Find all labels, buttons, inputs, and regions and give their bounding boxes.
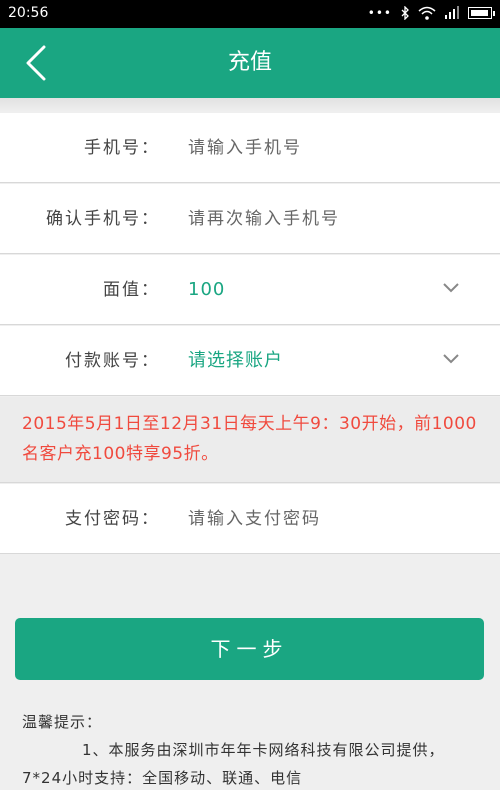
cell-signal-icon: [445, 6, 459, 19]
password-input[interactable]: [188, 484, 428, 554]
amount-row[interactable]: 面值： 100: [0, 255, 500, 325]
phone-input[interactable]: [188, 113, 428, 183]
chevron-down-icon[interactable]: [442, 353, 460, 365]
phone-label: 手机号：: [84, 138, 160, 158]
chevron-down-icon[interactable]: [442, 282, 460, 294]
signal-dots-icon: •••: [367, 6, 392, 20]
status-bar: 20:56 •••: [0, 0, 500, 28]
battery-icon: [468, 7, 495, 19]
header-shadow: [0, 98, 500, 112]
account-row[interactable]: 付款账号： 请选择账户: [0, 326, 500, 396]
confirm-phone-row: 确认手机号：: [0, 184, 500, 254]
wifi-icon: [418, 6, 436, 20]
confirm-phone-input[interactable]: [188, 184, 428, 254]
next-step-button[interactable]: 下一步: [15, 618, 484, 680]
phone-row: 手机号：: [0, 113, 500, 183]
confirm-phone-label: 确认手机号：: [46, 209, 160, 229]
password-row: 支付密码：: [0, 484, 500, 554]
promo-notice: 2015年5月1日至12月31日每天上午9：30开始，前1000名客户充100特…: [0, 397, 500, 483]
account-select[interactable]: 请选择账户: [188, 326, 283, 396]
page-title: 充值: [227, 50, 272, 75]
status-icons: •••: [367, 6, 495, 20]
account-label: 付款账号：: [65, 351, 160, 371]
app-bar: 充值: [0, 28, 500, 98]
tips-section: 温馨提示： 1、本服务由深圳市年年卡网络科技有限公司提供，7*24小时支持：全国…: [22, 708, 482, 790]
password-label: 支付密码：: [65, 509, 160, 529]
tips-heading: 温馨提示：: [22, 713, 103, 731]
amount-select[interactable]: 100: [188, 255, 225, 325]
amount-label: 面值：: [103, 280, 160, 300]
tips-line: 1、本服务由深圳市年年卡网络科技有限公司提供，7*24小时支持：全国移动、联通、…: [22, 741, 445, 787]
bluetooth-icon: [401, 6, 409, 20]
status-time: 20:56: [8, 5, 49, 21]
